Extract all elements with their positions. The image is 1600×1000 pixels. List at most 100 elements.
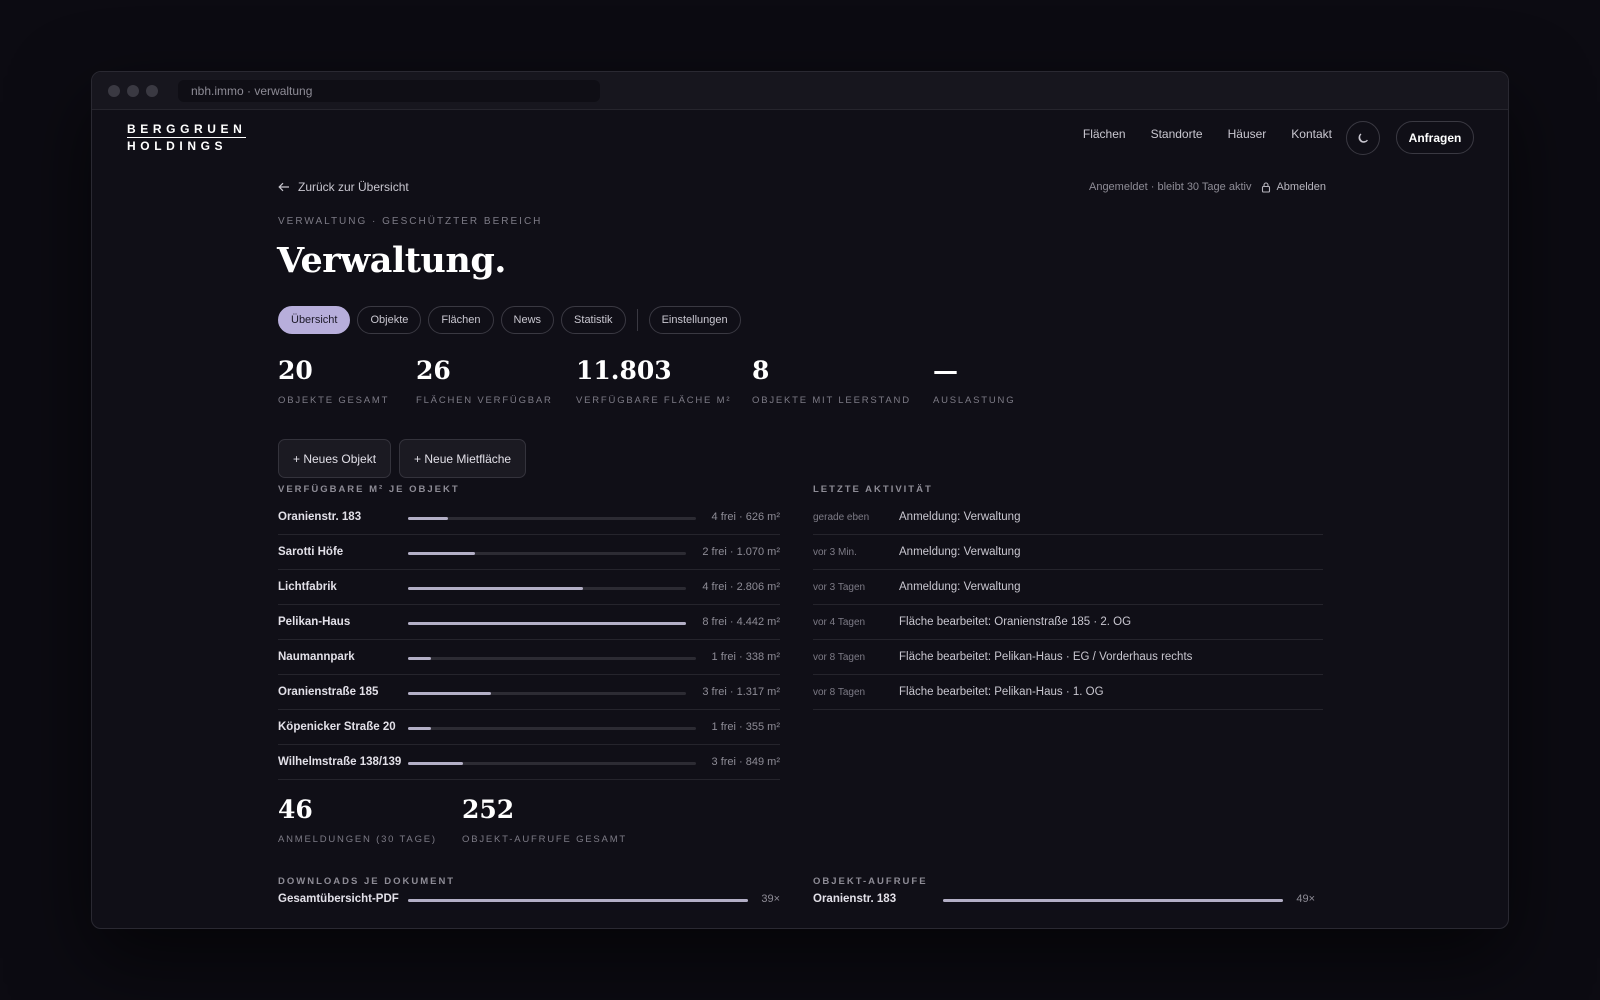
- stat-value: 20: [278, 356, 313, 385]
- stat-objects-vacancy: 8 OBJEKTE MIT LEERSTAND: [752, 356, 911, 406]
- availability-row[interactable]: Wilhelmstraße 138/139 3 frei · 849 m²: [278, 745, 780, 780]
- stat-value: 252: [462, 795, 515, 824]
- activity-heading: LETZTE AKTIVITÄT: [813, 484, 933, 495]
- stat-value: 46: [278, 795, 313, 824]
- stat-objects-total: 20 OBJEKTE GESAMT: [278, 356, 389, 406]
- stat-label: FLÄCHEN VERFÜGBAR: [416, 395, 553, 406]
- activity-text: Anmeldung: Verwaltung: [899, 546, 1021, 558]
- download-bar-fill: [408, 899, 748, 902]
- arrow-left-icon: [278, 182, 289, 192]
- availability-list: Oranienstr. 183 4 frei · 626 m² Sarotti Hö…: [278, 500, 780, 780]
- availability-object-name: Sarotti Höfe: [278, 546, 344, 558]
- stat-object-views-total: 252 OBJEKT-AUFRUFE GESAMT: [462, 795, 627, 845]
- stat-value: 8: [752, 356, 770, 385]
- activity-row: vor 8 Tagen Fläche bearbeitet: Pelikan-Ha…: [813, 640, 1323, 675]
- download-bar-track: [408, 899, 748, 902]
- availability-object-name: Köpenicker Straße 20: [278, 721, 396, 733]
- tab-einstellungen[interactable]: Einstellungen: [648, 306, 741, 334]
- activity-row: vor 4 Tagen Fläche bearbeitet: Oranienstr…: [813, 605, 1323, 640]
- activity-text: Fläche bearbeitet: Oranienstraße 185 · 2…: [899, 616, 1132, 628]
- stat-label: VERFÜGBARE FLÄCHE M²: [576, 395, 732, 406]
- download-name: Gesamtübersicht-PDF: [278, 893, 399, 905]
- availability-bar-track: [408, 517, 696, 520]
- tab-statistik[interactable]: Statistik: [561, 306, 626, 334]
- availability-object-name: Oranienstraße 185: [278, 686, 379, 698]
- activity-text: Fläche bearbeitet: Pelikan-Haus · EG / V…: [899, 651, 1193, 663]
- stat-label: AUSLASTUNG: [933, 395, 1016, 406]
- activity-text: Fläche bearbeitet: Pelikan-Haus · 1. OG: [899, 686, 1104, 698]
- availability-row[interactable]: Sarotti Höfe 2 frei · 1.070 m²: [278, 535, 780, 570]
- activity-row: vor 8 Tagen Fläche bearbeitet: Pelikan-Ha…: [813, 675, 1323, 710]
- availability-meta: 2 frei · 1.070 m²: [702, 546, 780, 558]
- activity-text: Anmeldung: Verwaltung: [899, 511, 1021, 523]
- browser-window: nbh.immo · verwaltung BERGGRUEN HOLDINGS…: [91, 71, 1509, 929]
- admin-tabs: Übersicht Objekte Flächen News Statistik…: [278, 306, 741, 334]
- activity-time: vor 8 Tagen: [813, 652, 866, 663]
- availability-bar-fill: [408, 587, 583, 590]
- logout-label: Abmelden: [1276, 181, 1326, 193]
- stat-utilization: — AUSLASTUNG: [933, 356, 1015, 406]
- availability-meta: 3 frei · 849 m²: [711, 756, 780, 768]
- activity-time: vor 4 Tagen: [813, 617, 866, 628]
- activity-row: gerade eben Anmeldung: Verwaltung: [813, 500, 1323, 535]
- availability-bar-fill: [408, 552, 475, 555]
- activity-list: gerade eben Anmeldung: Verwaltung vor 3 Mi…: [813, 500, 1323, 710]
- availability-bar-track: [408, 622, 686, 625]
- availability-bar-fill: [408, 727, 431, 730]
- object-view-row: Oranienstr. 183 49×: [813, 890, 1315, 912]
- tab-uebersicht[interactable]: Übersicht: [278, 306, 351, 334]
- availability-row[interactable]: Naumannpark 1 frei · 338 m²: [278, 640, 780, 675]
- availability-bar-track: [408, 552, 686, 555]
- activity-time: gerade eben: [813, 512, 870, 523]
- tab-objekte[interactable]: Objekte: [357, 306, 422, 334]
- availability-bar-fill: [408, 762, 463, 765]
- availability-meta: 8 frei · 4.442 m²: [702, 616, 780, 628]
- stat-value: 26: [416, 356, 451, 385]
- tab-divider: [636, 309, 638, 331]
- stat-logins-30d: 46 ANMELDUNGEN (30 TAGE): [278, 795, 437, 845]
- object-view-name: Oranienstr. 183: [813, 893, 897, 905]
- new-space-button[interactable]: + Neue Mietfläche: [399, 439, 527, 478]
- tab-news[interactable]: News: [500, 306, 555, 334]
- object-view-bar-track: [943, 899, 1283, 902]
- availability-heading: VERFÜGBARE M² JE OBJEKT: [278, 484, 460, 495]
- availability-bar-track: [408, 692, 686, 695]
- availability-bar-fill: [408, 657, 431, 660]
- availability-row[interactable]: Oranienstraße 185 3 frei · 1.317 m²: [278, 675, 780, 710]
- availability-object-name: Wilhelmstraße 138/139: [278, 756, 402, 768]
- activity-time: vor 8 Tagen: [813, 687, 866, 698]
- page-title: Verwaltung.: [277, 240, 506, 281]
- availability-object-name: Pelikan-Haus: [278, 616, 351, 628]
- availability-bar-fill: [408, 517, 448, 520]
- availability-meta: 3 frei · 1.317 m²: [702, 686, 780, 698]
- back-link[interactable]: Zurück zur Übersicht: [278, 180, 409, 194]
- activity-time: vor 3 Min.: [813, 547, 857, 558]
- availability-object-name: Naumannpark: [278, 651, 355, 663]
- object-view-count: 49×: [1296, 893, 1315, 905]
- availability-bar-fill: [408, 622, 686, 625]
- stat-value: 11.803: [576, 356, 672, 385]
- availability-row[interactable]: Lichtfabrik 4 frei · 2.806 m²: [278, 570, 780, 605]
- availability-row[interactable]: Oranienstr. 183 4 frei · 626 m²: [278, 500, 780, 535]
- download-count: 39×: [761, 893, 780, 905]
- tab-flaechen[interactable]: Flächen: [428, 306, 494, 334]
- availability-bar-fill: [408, 692, 491, 695]
- new-object-button[interactable]: + Neues Objekt: [278, 439, 392, 478]
- stat-spaces-available: 26 FLÄCHEN VERFÜGBAR: [416, 356, 553, 406]
- session-info: Angemeldet · bleibt 30 Tage aktiv Abmeld…: [1089, 181, 1326, 193]
- stat-value: —: [933, 356, 958, 385]
- stat-label: OBJEKTE GESAMT: [278, 395, 390, 406]
- availability-meta: 1 frei · 338 m²: [711, 651, 780, 663]
- logout-button[interactable]: Abmelden: [1261, 181, 1326, 193]
- availability-object-name: Lichtfabrik: [278, 581, 337, 593]
- availability-bar-track: [408, 657, 696, 660]
- availability-meta: 4 frei · 2.806 m²: [702, 581, 780, 593]
- availability-row[interactable]: Pelikan-Haus 8 frei · 4.442 m²: [278, 605, 780, 640]
- object-views-heading: OBJEKT-AUFRUFE: [813, 876, 928, 887]
- download-row: Gesamtübersicht-PDF 39×: [278, 890, 780, 912]
- stat-label: OBJEKTE MIT LEERSTAND: [752, 395, 911, 406]
- availability-row[interactable]: Köpenicker Straße 20 1 frei · 355 m²: [278, 710, 780, 745]
- session-status: Angemeldet · bleibt 30 Tage aktiv: [1088, 181, 1252, 193]
- availability-object-name: Oranienstr. 183: [278, 511, 362, 523]
- activity-time: vor 3 Tagen: [813, 582, 866, 593]
